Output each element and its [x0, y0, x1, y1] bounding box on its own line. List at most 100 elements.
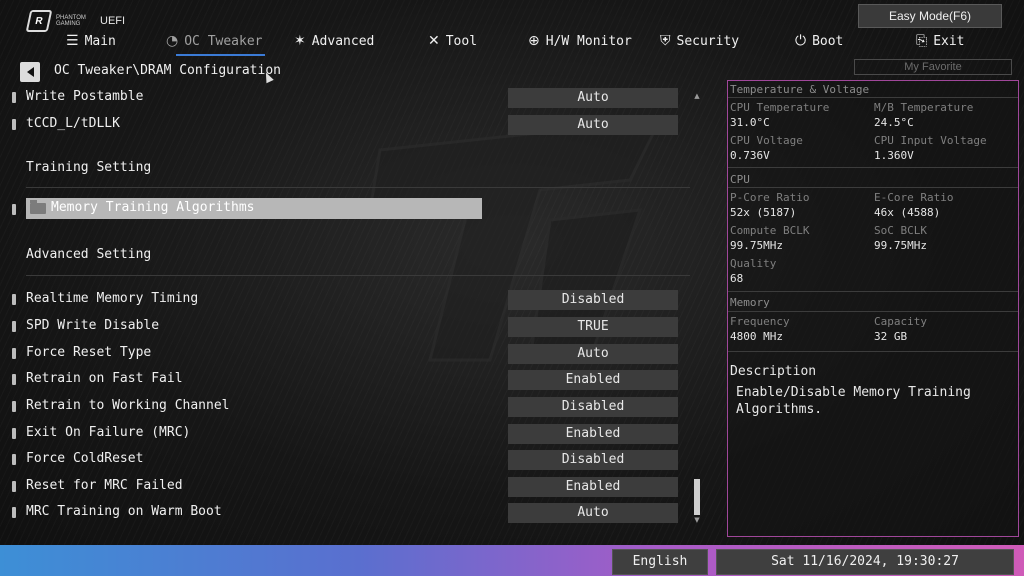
setting-value-dropdown[interactable]: Enabled: [508, 424, 678, 444]
setting-value-dropdown[interactable]: Enabled: [508, 477, 678, 497]
setting-label: SPD Write Disable: [26, 318, 160, 333]
description-title: Description: [730, 364, 817, 379]
divider: [26, 187, 690, 188]
setting-value-dropdown[interactable]: Disabled: [508, 397, 678, 417]
setting-label: Retrain on Fast Fail: [26, 371, 183, 386]
capacity-value: 32 GB: [874, 330, 908, 343]
setting-row-retrain-working-channel[interactable]: Retrain to Working Channel Disabled: [0, 395, 690, 419]
datetime-display: Sat 11/16/2024, 19:30:27: [716, 549, 1014, 575]
bullet-icon: [12, 204, 16, 215]
bullet-icon: [12, 92, 16, 103]
setting-value-dropdown[interactable]: Enabled: [508, 370, 678, 390]
setting-row-write-postamble[interactable]: Write Postamble Auto: [0, 86, 690, 110]
bullet-icon: [12, 507, 16, 518]
temp-voltage-title: Temperature & Voltage: [730, 83, 870, 96]
frequency-label: Frequency: [730, 315, 790, 328]
divider: [728, 311, 1018, 312]
setting-value-dropdown[interactable]: Auto: [508, 344, 678, 364]
bullet-icon: [12, 401, 16, 412]
settings-list: Write Postamble Auto tCCD_L/tDLLK Auto T…: [0, 0, 700, 545]
compute-bclk-label: Compute BCLK: [730, 224, 810, 237]
my-favorite-button[interactable]: My Favorite: [854, 59, 1012, 75]
setting-label: MRC Training on Warm Boot: [26, 504, 222, 519]
folder-icon: [30, 200, 46, 214]
ecore-ratio-label: E-Core Ratio: [874, 191, 954, 204]
tab-label: Boot: [812, 33, 844, 49]
bullet-icon: [12, 348, 16, 359]
setting-row-spd-write-disable[interactable]: SPD Write Disable TRUE: [0, 315, 690, 339]
pcore-ratio-label: P-Core Ratio: [730, 191, 810, 204]
setting-row-reset-mrc-failed[interactable]: Reset for MRC Failed Enabled: [0, 475, 690, 499]
menu-item-label: Memory Training Algorithms: [51, 200, 255, 215]
divider: [728, 291, 1018, 292]
bullet-icon: [12, 454, 16, 465]
ecore-ratio-value: 46x (4588): [874, 206, 941, 219]
setting-label: Retrain to Working Channel: [26, 398, 230, 413]
divider: [26, 275, 690, 276]
bullet-icon: [12, 321, 16, 332]
bullet-icon: [12, 294, 16, 305]
bullet-icon: [12, 374, 16, 385]
pcore-ratio-value: 52x (5187): [730, 206, 797, 219]
setting-label: Realtime Memory Timing: [26, 291, 199, 306]
scrollbar[interactable]: ▲ ▼: [693, 92, 701, 525]
setting-value-dropdown[interactable]: Disabled: [508, 290, 678, 310]
soc-bclk-value: 99.75MHz: [874, 239, 927, 252]
cpu-input-voltage-label: CPU Input Voltage: [874, 134, 987, 147]
power-icon: ⏻: [795, 33, 807, 49]
setting-label: tCCD_L/tDLLK: [26, 116, 120, 131]
tab-label: Exit: [933, 33, 965, 49]
setting-value-dropdown[interactable]: Auto: [508, 503, 678, 523]
easy-mode-button[interactable]: Easy Mode(F6): [858, 4, 1002, 28]
section-title-advanced: Advanced Setting: [26, 247, 152, 262]
hardware-info-panel: Temperature & Voltage CPU Temperature M/…: [727, 80, 1019, 537]
quality-value: 68: [730, 272, 744, 285]
mb-temp-value: 24.5°C: [874, 116, 914, 129]
cpu-temp-value: 31.0°C: [730, 116, 770, 129]
capacity-label: Capacity: [874, 315, 927, 328]
bullet-icon: [12, 119, 16, 130]
setting-label: Exit On Failure (MRC): [26, 425, 191, 440]
compute-bclk-value: 99.75MHz: [730, 239, 783, 252]
setting-value-dropdown[interactable]: Auto: [508, 115, 678, 135]
cpu-input-voltage-value: 1.360V: [874, 149, 914, 162]
soc-bclk-label: SoC BCLK: [874, 224, 927, 237]
mb-temp-label: M/B Temperature: [874, 101, 974, 114]
cpu-voltage-label: CPU Voltage: [730, 134, 803, 147]
language-button[interactable]: English: [612, 549, 708, 575]
cpu-temp-label: CPU Temperature: [730, 101, 830, 114]
setting-row-tccd[interactable]: tCCD_L/tDLLK Auto: [0, 113, 690, 137]
setting-row-force-reset-type[interactable]: Force Reset Type Auto: [0, 342, 690, 366]
section-title-training: Training Setting: [26, 160, 152, 175]
setting-row-force-coldreset[interactable]: Force ColdReset Disabled: [0, 448, 690, 472]
tab-exit[interactable]: ⎘ Exit: [916, 28, 965, 54]
cpu-section-title: CPU: [730, 173, 750, 186]
quality-label: Quality: [730, 257, 777, 270]
memory-section-title: Memory: [730, 296, 770, 309]
setting-label: Reset for MRC Failed: [26, 478, 183, 493]
setting-value-dropdown[interactable]: Auto: [508, 88, 678, 108]
setting-label: Force ColdReset: [26, 451, 144, 466]
divider: [728, 167, 1018, 168]
description-text: Enable/Disable Memory Training Algorithm…: [736, 385, 971, 417]
scroll-up-icon[interactable]: ▲: [693, 92, 701, 100]
scrollbar-thumb[interactable]: [694, 479, 700, 515]
frequency-value: 4800 MHz: [730, 330, 783, 343]
setting-row-realtime-memory-timing[interactable]: Realtime Memory Timing Disabled: [0, 288, 690, 312]
tab-boot[interactable]: ⏻ Boot: [795, 28, 843, 54]
divider: [728, 97, 1018, 98]
setting-row-retrain-on-fast-fail[interactable]: Retrain on Fast Fail Enabled: [0, 368, 690, 392]
setting-value-dropdown[interactable]: TRUE: [508, 317, 678, 337]
exit-icon: ⎘: [916, 33, 928, 49]
setting-value-dropdown[interactable]: Disabled: [508, 450, 678, 470]
setting-label: Force Reset Type: [26, 345, 152, 360]
setting-label: Write Postamble: [26, 89, 144, 104]
cpu-voltage-value: 0.736V: [730, 149, 770, 162]
divider: [728, 351, 1018, 352]
bullet-icon: [12, 481, 16, 492]
setting-row-exit-on-failure[interactable]: Exit On Failure (MRC) Enabled: [0, 422, 690, 446]
scroll-down-icon[interactable]: ▼: [693, 516, 701, 524]
setting-row-mrc-training-warm-boot[interactable]: MRC Training on Warm Boot Auto: [0, 501, 690, 525]
divider: [728, 187, 1018, 188]
bullet-icon: [12, 428, 16, 439]
